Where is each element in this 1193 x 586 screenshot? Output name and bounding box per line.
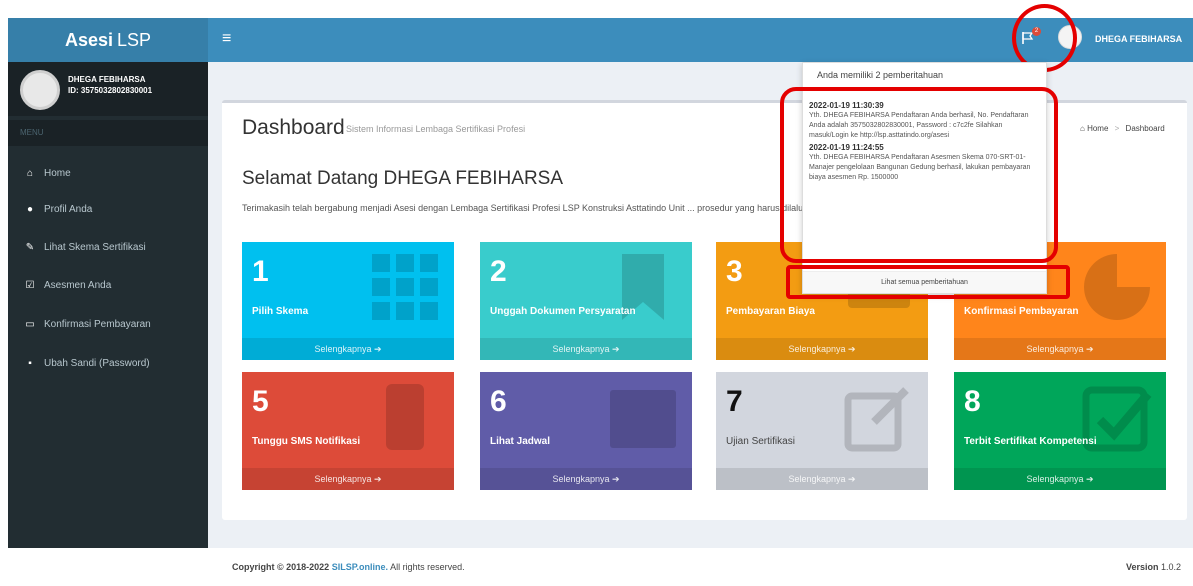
page-subtitle: Sistem Informasi Lembaga Sertifikasi Pro… (346, 124, 526, 134)
step-number: 5 (252, 385, 269, 418)
arrow-circle-icon: ➔ (1086, 344, 1094, 354)
sidebar: DHEGA FEBIHARSA ID: 3575032802830001 MEN… (8, 62, 208, 548)
step-card-7[interactable]: 7 Ujian Sertifikasi Selengkapnya ➔ (716, 372, 928, 490)
welcome-heading: Selamat Datang DHEGA FEBIHARSA (242, 168, 564, 189)
card-icon: ▭ (25, 318, 35, 330)
step-label: Lihat Jadwal (490, 436, 551, 447)
arrow-circle-icon: ➔ (1086, 474, 1094, 484)
sidebar-item-password[interactable]: ▪ Ubah Sandi (Password) (8, 348, 208, 378)
sidebar-avatar (20, 70, 60, 110)
step-card-5[interactable]: 5 Tunggu SMS Notifikasi Selengkapnya ➔ (242, 372, 454, 490)
sidebar-item-asesmen[interactable]: ☑ Asesmen Anda (8, 270, 208, 300)
step-more-link[interactable]: Selengkapnya ➔ (954, 468, 1166, 490)
step-label: Unggah Dokumen Persyaratan (490, 306, 636, 317)
more-link-text: Selengkapnya (1026, 474, 1084, 484)
sidebar-item-home[interactable]: ⌂ Home (8, 158, 208, 188)
arrow-circle-icon: ➔ (612, 344, 620, 354)
breadcrumb-separator: > (1114, 124, 1120, 133)
step-card-2[interactable]: 2 Unggah Dokumen Persyaratan Selengkapny… (480, 242, 692, 360)
step-more-link[interactable]: Selengkapnya ➔ (242, 338, 454, 360)
arrow-circle-icon: ➔ (374, 474, 382, 484)
step-more-link[interactable]: Selengkapnya ➔ (954, 338, 1166, 360)
page-title: Dashboard (242, 116, 345, 139)
arrow-circle-icon: ➔ (612, 474, 620, 484)
step-number: 6 (490, 385, 507, 418)
step-label: Terbit Sertifikat Kompetensi (964, 436, 1097, 447)
step-more-link[interactable]: Selengkapnya ➔ (480, 468, 692, 490)
grid-icon (372, 254, 438, 320)
step-card-1[interactable]: 1 Pilih Skema Selengkapnya ➔ (242, 242, 454, 360)
version-label: Version (1125, 562, 1159, 572)
breadcrumb-home[interactable]: Home (1087, 124, 1108, 133)
arrow-circle-icon: ➔ (848, 474, 856, 484)
sidebar-item-skema[interactable]: ✎ Lihat Skema Sertifikasi (8, 232, 208, 262)
sidebar-item-label: Lihat Skema Sertifikasi (44, 241, 146, 253)
step-more-link[interactable]: Selengkapnya ➔ (716, 338, 928, 360)
step-number: 7 (726, 385, 743, 418)
sidebar-item-label: Home (44, 167, 71, 179)
more-link-text: Selengkapnya (1026, 344, 1084, 354)
home-icon: ⌂ (26, 167, 34, 179)
mobile-phone-icon (386, 384, 424, 450)
more-link-text: Selengkapnya (314, 344, 372, 354)
calendar-icon (610, 390, 676, 448)
more-link-text: Selengkapnya (788, 344, 846, 354)
sidebar-item-konfirmasi[interactable]: ▭ Konfirmasi Pembayaran (8, 309, 208, 339)
breadcrumb-home-icon: ⌂ (1080, 124, 1088, 133)
logo-text: LSP (117, 29, 152, 50)
step-label: Pilih Skema (252, 306, 309, 317)
arrow-circle-icon: ➔ (848, 344, 856, 354)
more-link-text: Selengkapnya (314, 474, 372, 484)
version-number: 1.0.2 (1160, 562, 1181, 572)
page-footer: Copyright © 2018-2022 SILSP.online. All … (208, 548, 1193, 586)
app-logo[interactable]: Asesi LSP (8, 18, 208, 62)
brand-link[interactable]: SILSP.online. (332, 562, 388, 572)
lock-icon: ▪ (28, 357, 32, 369)
sidebar-section-header: MENU (8, 120, 208, 146)
sidebar-toggle-icon[interactable]: ≡ (222, 31, 231, 47)
step-number: 1 (252, 255, 269, 288)
step-number: 3 (726, 255, 743, 288)
copyright-prefix: Copyright © 2018-2022 (232, 562, 330, 572)
step-label: Ujian Sertifikasi (726, 436, 795, 447)
sidebar-user-name: DHEGA FEBIHARSA (68, 75, 146, 84)
sidebar-item-label: Konfirmasi Pembayaran (44, 318, 151, 330)
step-label: Tunggu SMS Notifikasi (252, 436, 361, 447)
user-icon: ● (26, 203, 34, 215)
notification-header: Anda memiliki 2 pemberitahuan (803, 63, 1046, 89)
edit-icon: ✎ (25, 241, 35, 253)
step-number: 2 (490, 255, 507, 288)
sidebar-item-label: Asesmen Anda (44, 279, 112, 291)
sidebar-item-label: Ubah Sandi (Password) (44, 357, 150, 369)
sidebar-user-panel: DHEGA FEBIHARSA ID: 3575032802830001 (8, 62, 208, 116)
breadcrumb: ⌂ Home > Dashboard (1080, 124, 1165, 133)
more-link-text: Selengkapnya (788, 474, 846, 484)
step-card-8[interactable]: 8 Terbit Sertifikat Kompetensi Selengkap… (954, 372, 1166, 490)
copyright: Copyright © 2018-2022 SILSP.online. All … (232, 562, 465, 572)
version-info: Version 1.0.2 (1126, 562, 1181, 572)
sidebar-item-profil[interactable]: ● Profil Anda (8, 194, 208, 224)
step-card-6[interactable]: 6 Lihat Jadwal Selengkapnya ➔ (480, 372, 692, 490)
copyright-suffix: All rights reserved. (390, 562, 465, 572)
edit-square-icon (844, 387, 909, 452)
step-more-link[interactable]: Selengkapnya ➔ (242, 468, 454, 490)
step-more-link[interactable]: Selengkapnya ➔ (480, 338, 692, 360)
sidebar-user-id: ID: 3575032802830001 (68, 86, 153, 95)
more-link-text: Selengkapnya (552, 474, 610, 484)
sidebar-item-label: Profil Anda (44, 203, 93, 215)
logo-bold: Asesi (64, 29, 113, 50)
step-more-link[interactable]: Selengkapnya ➔ (716, 468, 928, 490)
arrow-circle-icon: ➔ (374, 344, 382, 354)
highlight-box-notifications (780, 87, 1058, 263)
user-menu-name[interactable]: DHEGA FEBIHARSA (1095, 34, 1182, 44)
step-label: Pembayaran Biaya (726, 306, 815, 317)
breadcrumb-current: Dashboard (1125, 124, 1165, 133)
pie-chart-icon (1084, 254, 1150, 320)
checklist-icon: ☑ (25, 279, 35, 291)
more-link-text: Selengkapnya (552, 344, 610, 354)
sidebar-user-info: DHEGA FEBIHARSA ID: 3575032802830001 (68, 74, 152, 96)
highlight-box-see-all (786, 265, 1070, 299)
step-label: Konfirmasi Pembayaran (964, 306, 1079, 317)
step-number: 8 (964, 385, 981, 418)
